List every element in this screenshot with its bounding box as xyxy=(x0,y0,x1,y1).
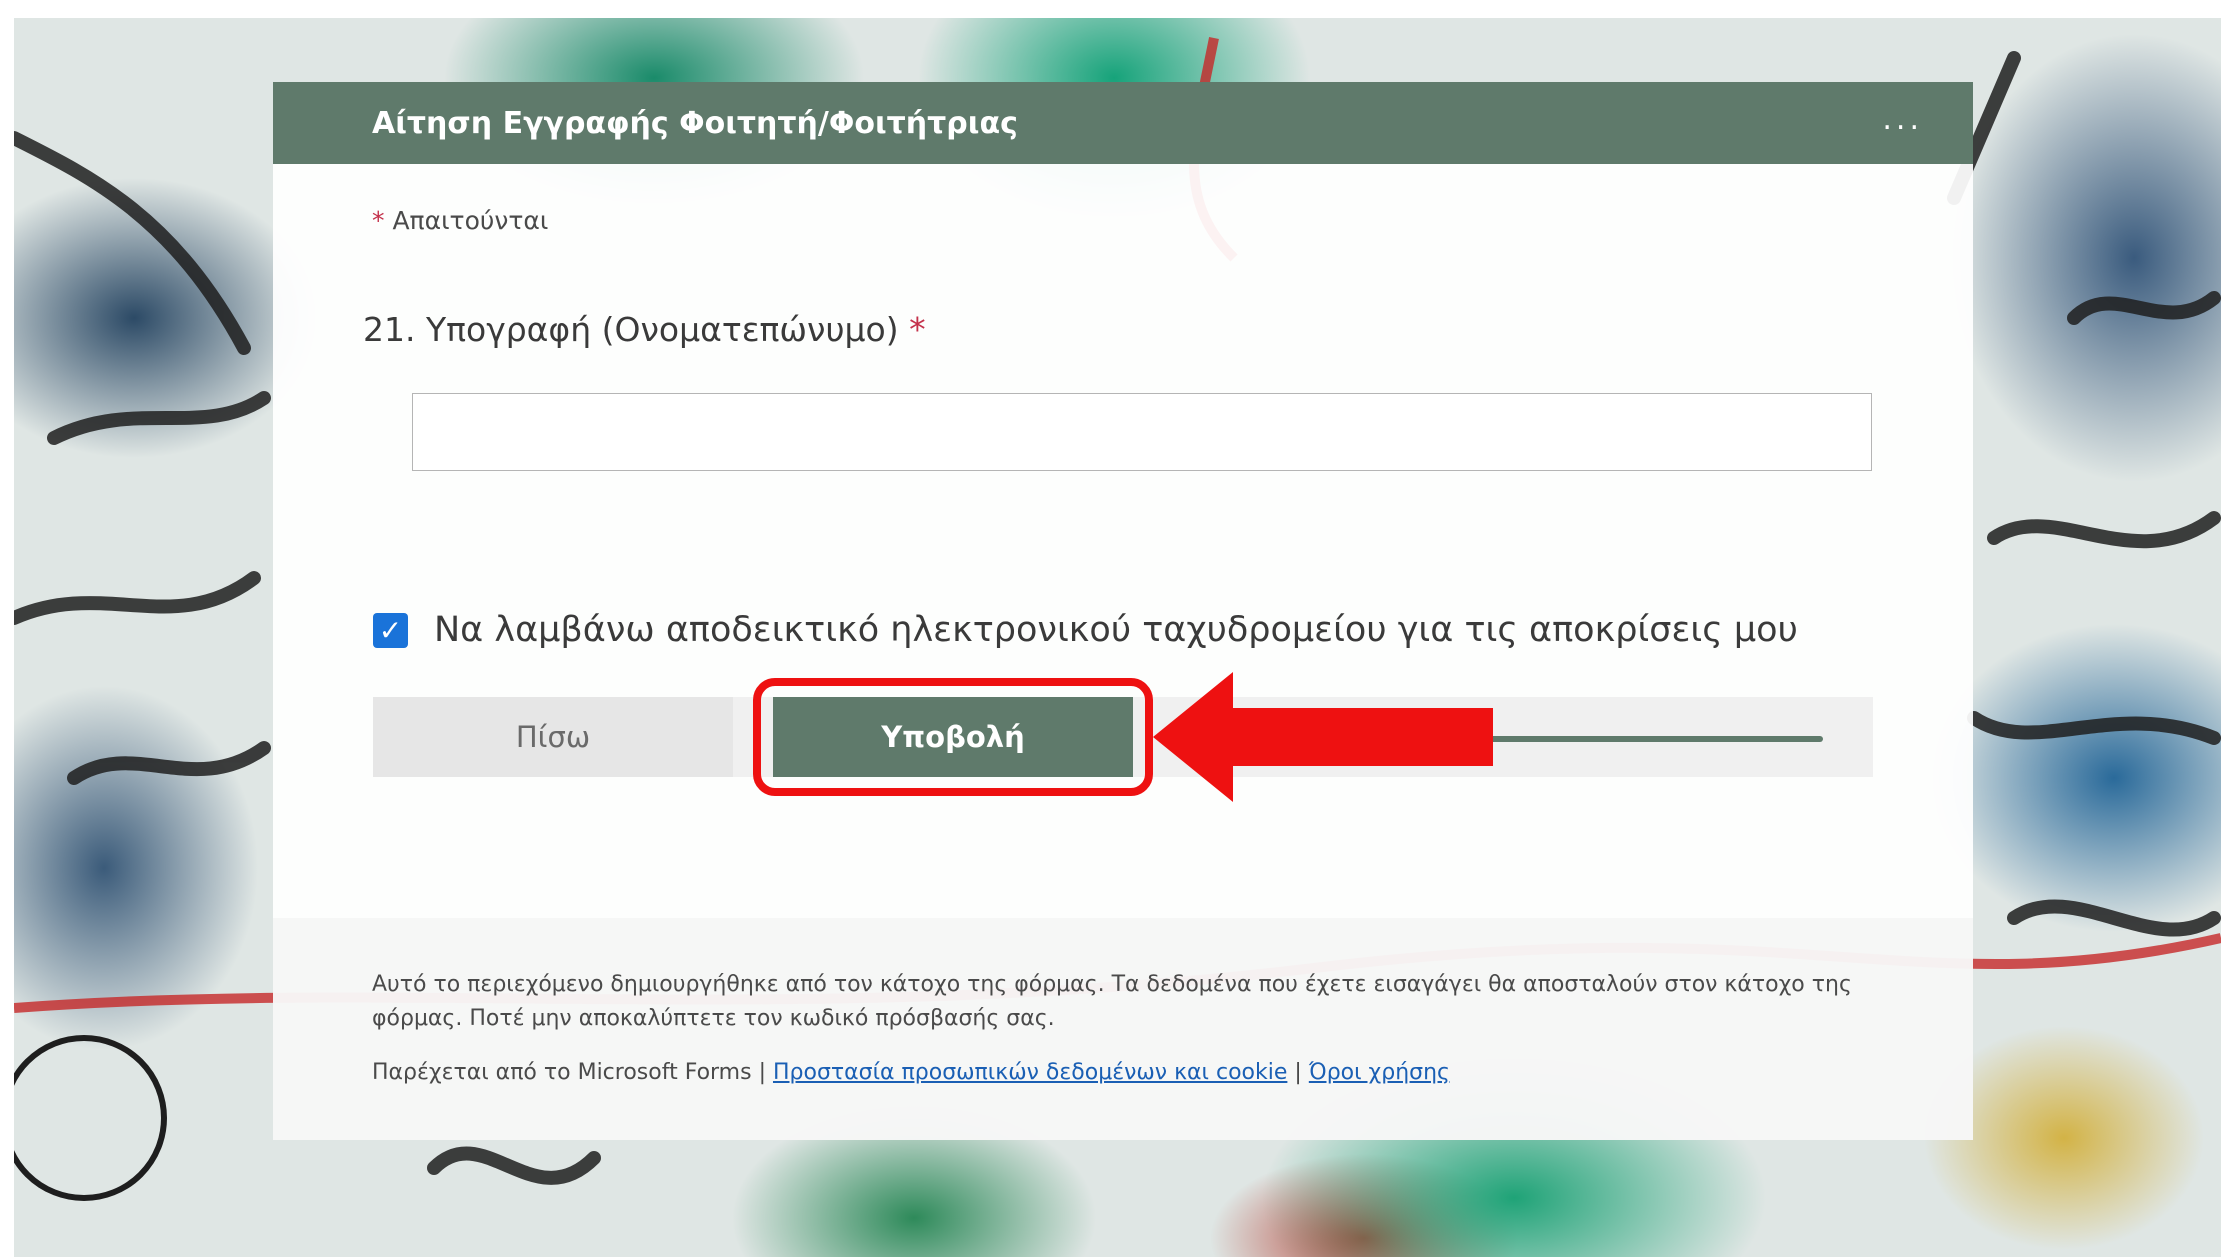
form-header: Αίτηση Εγγραφής Φοιτητή/Φοιτήτριας ... xyxy=(273,82,1973,164)
back-button[interactable]: Πίσω xyxy=(373,697,733,777)
email-receipt-label: Να λαμβάνω αποδεικτικό ηλεκτρονικού ταχυ… xyxy=(434,610,1798,650)
email-receipt-option[interactable]: ✓ Να λαμβάνω αποδεικτικό ηλεκτρονικού τα… xyxy=(373,610,1798,650)
submit-highlight-box xyxy=(753,678,1153,796)
pointer-arrow-icon xyxy=(1153,672,1493,802)
required-asterisk: * xyxy=(372,206,385,235)
form-title: Αίτηση Εγγραφής Φοιτητή/Φοιτήτριας xyxy=(372,106,1018,141)
question-label: Υπογραφή (Ονοματεπώνυμο) xyxy=(425,310,899,349)
email-receipt-checkbox[interactable]: ✓ xyxy=(373,612,408,648)
question-required-asterisk: * xyxy=(909,310,926,349)
checkmark-icon: ✓ xyxy=(378,613,403,647)
footer-links: Παρέχεται από το Microsoft Forms | Προστ… xyxy=(372,1060,1450,1085)
more-options-icon[interactable]: ... xyxy=(1882,102,1923,137)
required-note-label: Απαιτούνται xyxy=(392,206,549,235)
privacy-link[interactable]: Προστασία προσωπικών δεδομένων και cooki… xyxy=(773,1060,1287,1085)
question-21: 21. Υπογραφή (Ονοματεπώνυμο) * xyxy=(363,310,926,349)
signature-input[interactable] xyxy=(412,393,1872,471)
footer-disclaimer: Αυτό το περιεχόμενο δημιουργήθηκε από το… xyxy=(372,972,1852,1031)
footer-separator: | xyxy=(1294,1060,1302,1085)
form-card: Αίτηση Εγγραφής Φοιτητή/Φοιτήτριας ... *… xyxy=(273,82,1973,1140)
question-number: 21. xyxy=(363,310,416,349)
provided-by-text: Παρέχεται από το Microsoft Forms | xyxy=(372,1060,766,1085)
required-note: * Απαιτούνται xyxy=(372,206,548,235)
terms-link[interactable]: Όροι χρήσης xyxy=(1309,1060,1450,1085)
